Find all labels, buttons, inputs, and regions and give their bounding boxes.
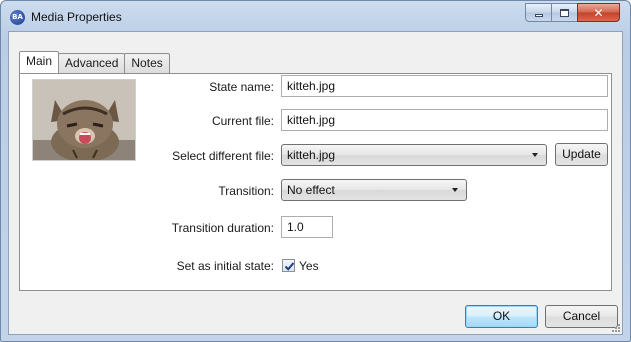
state-name-label: State name:	[209, 80, 274, 94]
current-file-field[interactable]: kitteh.jpg	[281, 109, 608, 131]
cancel-button[interactable]: Cancel	[545, 305, 618, 328]
ok-button[interactable]: OK	[465, 305, 538, 328]
current-file-label: Current file:	[211, 114, 274, 128]
initial-state-checkbox[interactable]	[282, 259, 295, 272]
select-file-label: Select different file:	[172, 149, 274, 163]
close-icon: ✕	[593, 5, 604, 20]
update-button[interactable]: Update	[555, 143, 608, 166]
transition-label: Transition:	[218, 184, 274, 198]
transition-dropdown[interactable]: No effect	[281, 179, 467, 201]
transition-value: No effect	[287, 183, 335, 197]
checkmark-icon	[284, 262, 295, 271]
initial-state-label: Set as initial state:	[176, 259, 274, 273]
tab-main[interactable]: Main	[19, 51, 60, 73]
chevron-down-icon	[452, 188, 458, 192]
maximize-icon	[560, 8, 569, 17]
caption-buttons: ✕	[525, 3, 620, 22]
initial-state-yes-label[interactable]: Yes	[299, 259, 319, 273]
resize-grip-icon[interactable]	[610, 322, 620, 332]
transition-duration-label: Transition duration:	[171, 221, 274, 235]
app-icon: BA	[10, 10, 25, 25]
media-properties-window: BA Media Properties ✕ Main Advanced Note…	[0, 0, 631, 342]
dialog-client-area: Main Advanced Notes State name: kitteh.j…	[8, 31, 623, 335]
media-thumbnail	[32, 79, 136, 161]
main-tab-panel: State name: kitteh.jpg Current file: kit…	[19, 73, 612, 291]
tab-notes[interactable]: Notes	[124, 53, 170, 73]
tab-advanced[interactable]: Advanced	[58, 53, 126, 73]
minimize-button[interactable]	[525, 3, 551, 22]
title-bar[interactable]: BA Media Properties ✕	[1, 1, 630, 35]
select-file-value: kitteh.jpg	[287, 148, 336, 162]
tab-strip: Main Advanced Notes	[19, 51, 170, 73]
transition-duration-field[interactable]: 1.0	[281, 216, 333, 238]
kitten-image	[33, 80, 135, 160]
select-file-dropdown[interactable]: kitteh.jpg	[281, 144, 547, 166]
chevron-down-icon	[532, 153, 538, 157]
state-name-field[interactable]: kitteh.jpg	[281, 75, 608, 97]
close-button[interactable]: ✕	[577, 3, 620, 22]
window-title: Media Properties	[31, 10, 122, 24]
maximize-button[interactable]	[551, 3, 577, 22]
minimize-icon	[534, 14, 543, 17]
